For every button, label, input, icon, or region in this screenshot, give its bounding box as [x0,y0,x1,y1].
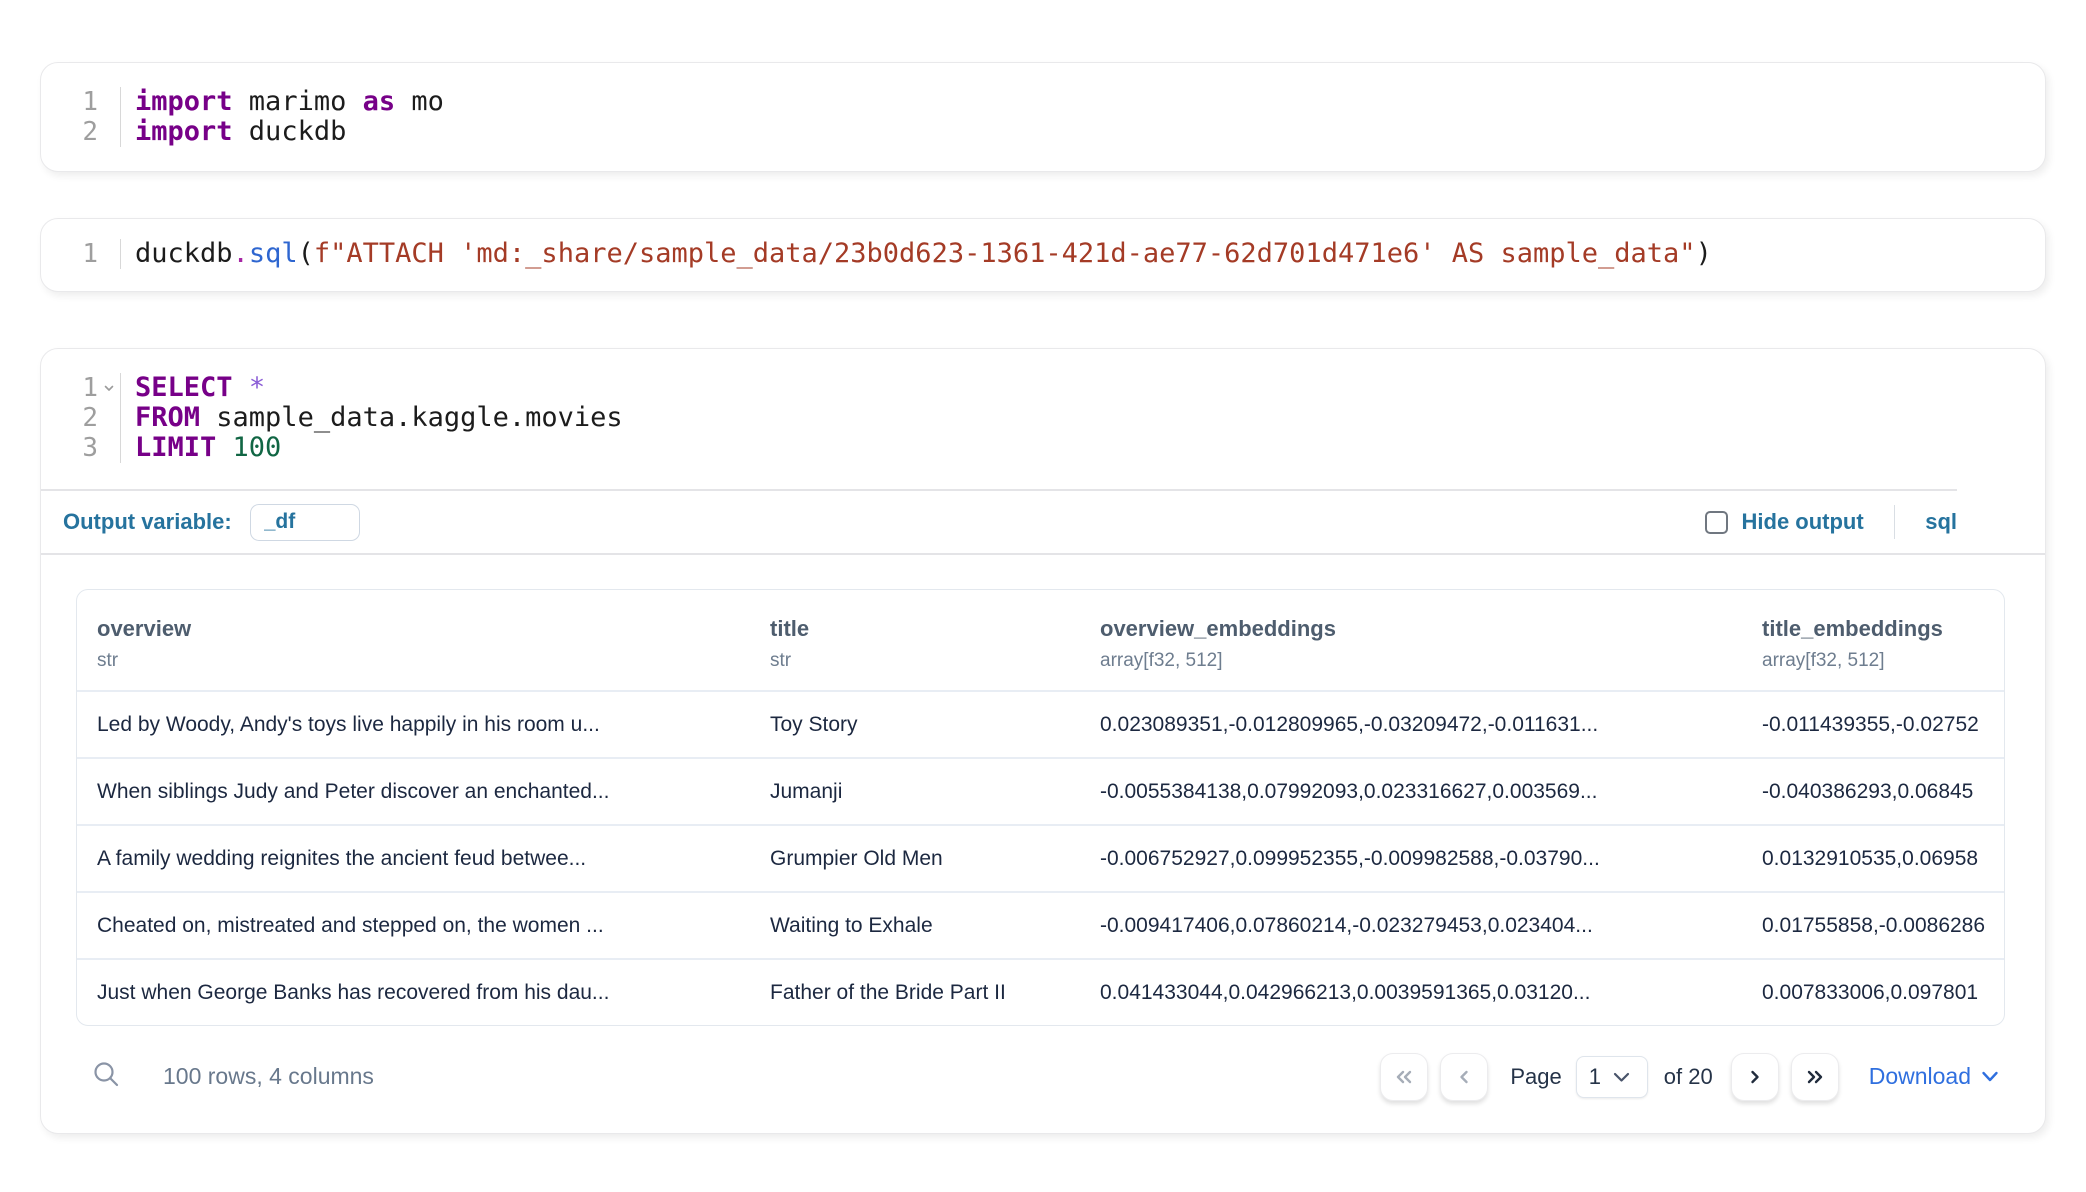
column-type: array[f32, 512] [1100,650,1734,672]
table-cell: When siblings Judy and Peter discover an… [77,759,750,824]
line-number-gutter: 1 [41,87,121,117]
table-row[interactable]: When siblings Judy and Peter discover an… [77,757,2004,824]
chevron-down-icon [1613,1071,1630,1083]
footer-separator [1894,505,1896,539]
table-cell: 0.023089351,-0.012809965,-0.03209472,-0.… [1080,692,1742,757]
table-row[interactable]: Just when George Banks has recovered fro… [77,958,2004,1025]
table-cell: -0.006752927,0.099952355,-0.009982588,-0… [1080,826,1742,891]
table-cell: 0.0132910535,0.06958 [1742,826,2004,891]
chevron-down-icon [1981,1070,1999,1083]
table-cell: -0.011439355,-0.02752 [1742,692,2004,757]
table-cell: A family wedding reignites the ancient f… [77,826,750,891]
double-chevron-right-icon [1802,1064,1828,1090]
table-cell: Father of the Bride Part II [750,960,1080,1025]
row-count-summary: 100 rows, 4 columns [163,1063,374,1090]
download-button[interactable]: Download [1869,1063,1999,1090]
line-number-gutter: 2 [41,403,121,433]
line-number: 1 [41,87,98,117]
table-cell: 0.01755858,-0.0086286 [1742,893,2004,958]
line-number: 3 [41,433,98,463]
download-label: Download [1869,1063,1971,1090]
output-variable-input[interactable] [250,504,360,541]
search-icon[interactable] [91,1059,121,1094]
line-number-gutter: 1 [41,239,121,269]
previous-page-button[interactable] [1440,1053,1488,1101]
table-row[interactable]: Led by Woody, Andy's toys live happily i… [77,690,2004,757]
table-cell: -0.0055384138,0.07992093,0.023316627,0.0… [1080,759,1742,824]
column-type: str [770,650,1072,672]
table-cell: -0.009417406,0.07860214,-0.023279453,0.0… [1080,893,1742,958]
line-number-gutter: 2 [41,117,121,147]
code-text: FROM sample_data.kaggle.movies [121,403,623,433]
code-line: 3 LIMIT 100 [41,433,2045,463]
table-status-bar: 100 rows, 4 columns Page 1 of 20 [41,1026,2045,1133]
code-text: duckdb.sql(f"ATTACH 'md:_share/sample_da… [121,239,1712,269]
table-cell: Grumpier Old Men [750,826,1080,891]
result-table: overview str title str overview_embeddingsar… [76,589,2005,1026]
column-name: overview [97,616,742,642]
language-badge: sql [1925,509,1957,535]
code-cell-imports: 1 import marimo as mo 2 import duckdb [40,62,2046,172]
table-header-row: overview str title str overview_embeddingsar… [77,590,2004,690]
sql-cell-footer: Output variable: Hide output sql [41,491,2045,553]
line-number-gutter: 3 [41,433,121,463]
table-cell: Waiting to Exhale [750,893,1080,958]
page-label: Page [1510,1064,1561,1090]
table-row[interactable]: A family wedding reignites the ancient f… [77,824,2004,891]
code-line: 2 FROM sample_data.kaggle.movies [41,403,2045,433]
line-number: 2 [41,403,98,433]
column-header-title[interactable]: title str [750,590,1080,690]
line-number-gutter: 1 [41,373,121,403]
table-cell: Cheated on, mistreated and stepped on, t… [77,893,750,958]
table-body: Led by Woody, Andy's toys live happily i… [77,690,2004,1025]
table-cell: Jumanji [750,759,1080,824]
output-variable-label: Output variable: [63,509,232,535]
code-text: SELECT * [121,373,265,403]
first-page-button[interactable] [1380,1053,1428,1101]
code-line: 1 duckdb.sql(f"ATTACH 'md:_share/sample_d… [41,239,2045,269]
code-editor[interactable]: 1 duckdb.sql(f"ATTACH 'md:_share/sample_d… [41,219,2045,269]
output-divider [41,553,2045,555]
next-page-button[interactable] [1731,1053,1779,1101]
page-total-label: of 20 [1664,1064,1713,1090]
double-chevron-left-icon [1391,1064,1417,1090]
column-name: title [770,616,1072,642]
code-cell-attach: 1 duckdb.sql(f"ATTACH 'md:_share/sample_d… [40,218,2046,292]
column-header-overview[interactable]: overview str [77,590,750,690]
last-page-button[interactable] [1791,1053,1839,1101]
code-editor[interactable]: 1 import marimo as mo 2 import duckdb [41,63,2045,147]
column-type: str [97,650,742,672]
code-text: import marimo as mo [121,87,444,117]
code-text: LIMIT 100 [121,433,281,463]
chevron-right-icon [1742,1064,1768,1090]
line-number: 1 [41,239,98,269]
code-line: 2 import duckdb [41,117,2045,147]
table-cell: 0.041433044,0.042966213,0.0039591365,0.0… [1080,960,1742,1025]
code-line: 1 SELECT * [41,373,2045,403]
column-header-title_embeddings[interactable]: title_embeddings array[f32, 512] [1742,590,2004,690]
table-cell: Toy Story [750,692,1080,757]
table-cell: Just when George Banks has recovered fro… [77,960,750,1025]
chevron-left-icon [1451,1064,1477,1090]
column-type: array[f32, 512] [1762,650,1996,672]
line-number: 1 [41,373,98,403]
table-row[interactable]: Cheated on, mistreated and stepped on, t… [77,891,2004,958]
table-cell: 0.007833006,0.097801 [1742,960,2004,1025]
code-line: 1 import marimo as mo [41,87,2045,117]
line-number: 2 [41,117,98,147]
table-cell: Led by Woody, Andy's toys live happily i… [77,692,750,757]
hide-output-label[interactable]: Hide output [1742,509,1864,535]
fold-chevron-icon[interactable] [98,381,120,395]
column-header-overview_embeddings[interactable]: overview_embeddings array[f32, 512] [1080,590,1742,690]
sql-code-editor[interactable]: 1 SELECT * 2 FROM sample_data.kaggle.movies… [41,349,2045,489]
column-name: overview_embeddings [1100,616,1734,642]
page-select[interactable]: 1 [1576,1056,1648,1098]
hide-output-checkbox[interactable] [1705,511,1728,534]
sql-cell: 1 SELECT * 2 FROM sample_data.kaggle.movies… [40,348,2046,1134]
table-cell: -0.040386293,0.06845 [1742,759,2004,824]
code-text: import duckdb [121,117,346,147]
column-name: title_embeddings [1762,616,1996,642]
page-select-value: 1 [1589,1064,1601,1090]
